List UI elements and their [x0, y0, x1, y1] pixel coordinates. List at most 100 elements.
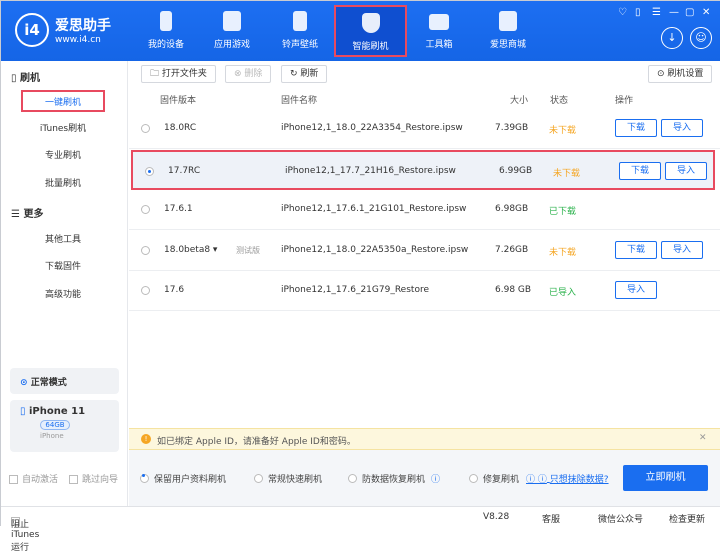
support-link[interactable]: 客服 — [542, 512, 560, 525]
firmware-name: iPhone12,1_18.0_22A5350a_Restore.ipsw — [281, 244, 469, 255]
firmware-version: 17.6 — [164, 285, 185, 295]
import-button[interactable]: 导入 — [615, 281, 657, 299]
download-button[interactable]: 下载 — [615, 240, 657, 259]
firmware-name: iPhone12,1_17.7_21H16_Restore.ipsw — [285, 165, 456, 176]
firmware-size: 7.26GB — [495, 244, 529, 255]
check-update-link[interactable]: 检查更新 — [669, 512, 705, 525]
user-icon[interactable]: ☺ — [690, 27, 712, 49]
shopping-bag-icon — [499, 11, 517, 31]
sidebar-item-itunes[interactable]: iTunes刷机 — [21, 118, 105, 140]
nav-store[interactable]: 爱思商城 — [473, 1, 543, 61]
sidebar-item-advanced[interactable]: 高级功能 — [21, 284, 105, 306]
logo: i4 爱思助手 www.i4.cn — [15, 13, 111, 47]
minimize-icon[interactable]: — — [669, 7, 679, 18]
sidebar-item-batch[interactable]: 批量刷机 — [21, 173, 105, 195]
skip-guide-checkbox[interactable]: 跳过向导 — [69, 472, 118, 485]
col-actions: 操作 — [615, 96, 634, 106]
sidebar-item-pro[interactable]: 专业刷机 — [21, 145, 105, 167]
toolbox-icon — [429, 14, 449, 30]
help-icon: ⓘ — [431, 475, 441, 485]
open-folder-button[interactable]: 🗀 打开文件夹 — [141, 65, 216, 83]
flash-now-button[interactable]: 立即刷机 — [623, 465, 708, 491]
sidebar-item-download-firmware[interactable]: 下载固件 — [21, 256, 105, 278]
table-row[interactable]: 17.6 iPhone12,1_17.6_21G79_Restore 6.98 … — [129, 271, 720, 311]
download-button[interactable]: 下载 — [615, 119, 657, 137]
sidebar-group-flash: ▯ 刷机 — [11, 73, 40, 84]
firmware-size: 6.99GB — [499, 165, 533, 176]
wechat-link[interactable]: 微信公众号 — [598, 512, 643, 525]
beta-tag: 测试版 — [236, 245, 260, 255]
mode-card: ⊙ 正常模式 — [10, 368, 119, 394]
import-button[interactable]: 导入 — [661, 119, 703, 137]
delete-button[interactable]: ⊗ 删除 — [225, 65, 272, 83]
mini-icon[interactable]: ▯ — [635, 7, 641, 18]
sidebar-item-one-click[interactable]: 一键刷机 — [21, 90, 105, 112]
shirt-icon[interactable]: ♡ — [618, 7, 627, 18]
firmware-version: 17.6.1 — [164, 204, 193, 214]
flash-settings-button[interactable]: ⊙ 刷机设置 — [648, 65, 713, 83]
firmware-status: 未下载 — [553, 168, 581, 179]
storage-badge: 64GB — [40, 420, 70, 430]
app-cube-icon — [223, 11, 241, 31]
auto-activate-checkbox[interactable]: 自动激活 — [9, 472, 58, 485]
close-warning-icon[interactable]: ✕ — [699, 433, 707, 443]
sidebar: ▯ 刷机 一键刷机 iTunes刷机 专业刷机 批量刷机 ☰ 更多 其他工具 下… — [1, 61, 128, 506]
sidebar-group-more: ☰ 更多 — [11, 209, 44, 220]
menu-icon[interactable]: ☰ — [652, 7, 661, 18]
firmware-status: 未下载 — [549, 247, 577, 258]
nav-my-device[interactable]: 我的设备 — [131, 1, 201, 61]
row-radio[interactable] — [141, 286, 150, 295]
shield-refresh-icon — [361, 13, 380, 33]
mode-icon: ⊙ — [20, 378, 28, 388]
nav-ringtones[interactable]: 铃声壁纸 — [265, 1, 335, 61]
firmware-version: 17.7RC — [168, 165, 201, 176]
row-radio[interactable] — [145, 166, 154, 176]
status-bar: 阻止iTunes运行 V8.28 客服 微信公众号 检查更新 — [1, 506, 720, 553]
row-radio[interactable] — [141, 205, 150, 214]
row-radio[interactable] — [141, 245, 150, 255]
col-name: 固件名称 — [281, 96, 318, 106]
warning-bar: ! 如已绑定 Apple ID，请准备好 Apple ID和密码。 ✕ — [129, 428, 720, 450]
table-row[interactable]: 18.0RC iPhone12,1_18.0_22A3354_Restore.i… — [129, 109, 720, 149]
sidebar-item-other-tools[interactable]: 其他工具 — [21, 229, 105, 251]
firmware-name: iPhone12,1_18.0_22A3354_Restore.ipsw — [281, 123, 463, 133]
col-status: 状态 — [550, 96, 569, 106]
import-button[interactable]: 导入 — [661, 240, 703, 259]
import-button[interactable]: 导入 — [665, 161, 707, 180]
firmware-version: 18.0beta8 ▾ — [164, 244, 218, 255]
table-row[interactable]: 17.7RC iPhone12,1_17.7_21H16_Restore.ips… — [131, 149, 715, 190]
app-name: 爱思助手 — [55, 18, 111, 34]
folder-icon: 🗀 — [150, 69, 160, 79]
firmware-size: 7.39GB — [495, 123, 529, 133]
firmware-name: iPhone12,1_17.6.1_21G101_Restore.ipsw — [281, 204, 467, 214]
close-icon[interactable]: ✕ — [702, 7, 710, 18]
firmware-status: 未下载 — [549, 126, 577, 136]
nav-toolbox[interactable]: 工具箱 — [404, 1, 474, 61]
music-icon — [293, 11, 307, 31]
download-icon[interactable]: ↓ — [661, 27, 683, 49]
option-repair[interactable]: 修复刷机 — [469, 472, 519, 485]
firmware-name: iPhone12,1_17.6_21G79_Restore — [281, 285, 429, 295]
device-icon: ▯ — [20, 406, 26, 417]
erase-data-link[interactable]: ⓘ ⓘ 只想抹除数据? — [526, 472, 609, 485]
firmware-status: 已下载 — [549, 207, 577, 217]
maximize-icon[interactable]: ▢ — [685, 7, 694, 18]
version-label: V8.28 — [483, 512, 510, 522]
firmware-status: 已导入 — [549, 288, 577, 298]
row-radio[interactable] — [141, 124, 150, 133]
app-url: www.i4.cn — [55, 35, 101, 45]
nav-smart-flash[interactable]: 智能刷机 — [334, 5, 407, 57]
refresh-button[interactable]: ↻ 刷新 — [281, 65, 328, 83]
device-card: ▯ iPhone 11 64GB iPhone — [10, 400, 119, 452]
table-row[interactable]: 17.6.1 iPhone12,1_17.6.1_21G101_Restore.… — [129, 190, 720, 230]
option-keep-data[interactable]: 保留用户资料刷机 — [140, 472, 226, 485]
col-version: 固件版本 — [160, 96, 197, 106]
download-button[interactable]: 下载 — [619, 161, 661, 180]
firmware-size: 6.98 GB — [495, 285, 532, 295]
option-anti-recovery[interactable]: 防数据恢复刷机 ⓘ — [348, 472, 440, 485]
help-icon: ⓘ ⓘ — [526, 475, 547, 485]
table-row[interactable]: 18.0beta8 ▾ 测试版 iPhone12,1_18.0_22A5350a… — [129, 231, 720, 271]
nav-apps[interactable]: 应用游戏 — [197, 1, 267, 61]
col-size: 大小 — [510, 96, 529, 106]
option-quick[interactable]: 常规快速刷机 — [254, 472, 322, 485]
